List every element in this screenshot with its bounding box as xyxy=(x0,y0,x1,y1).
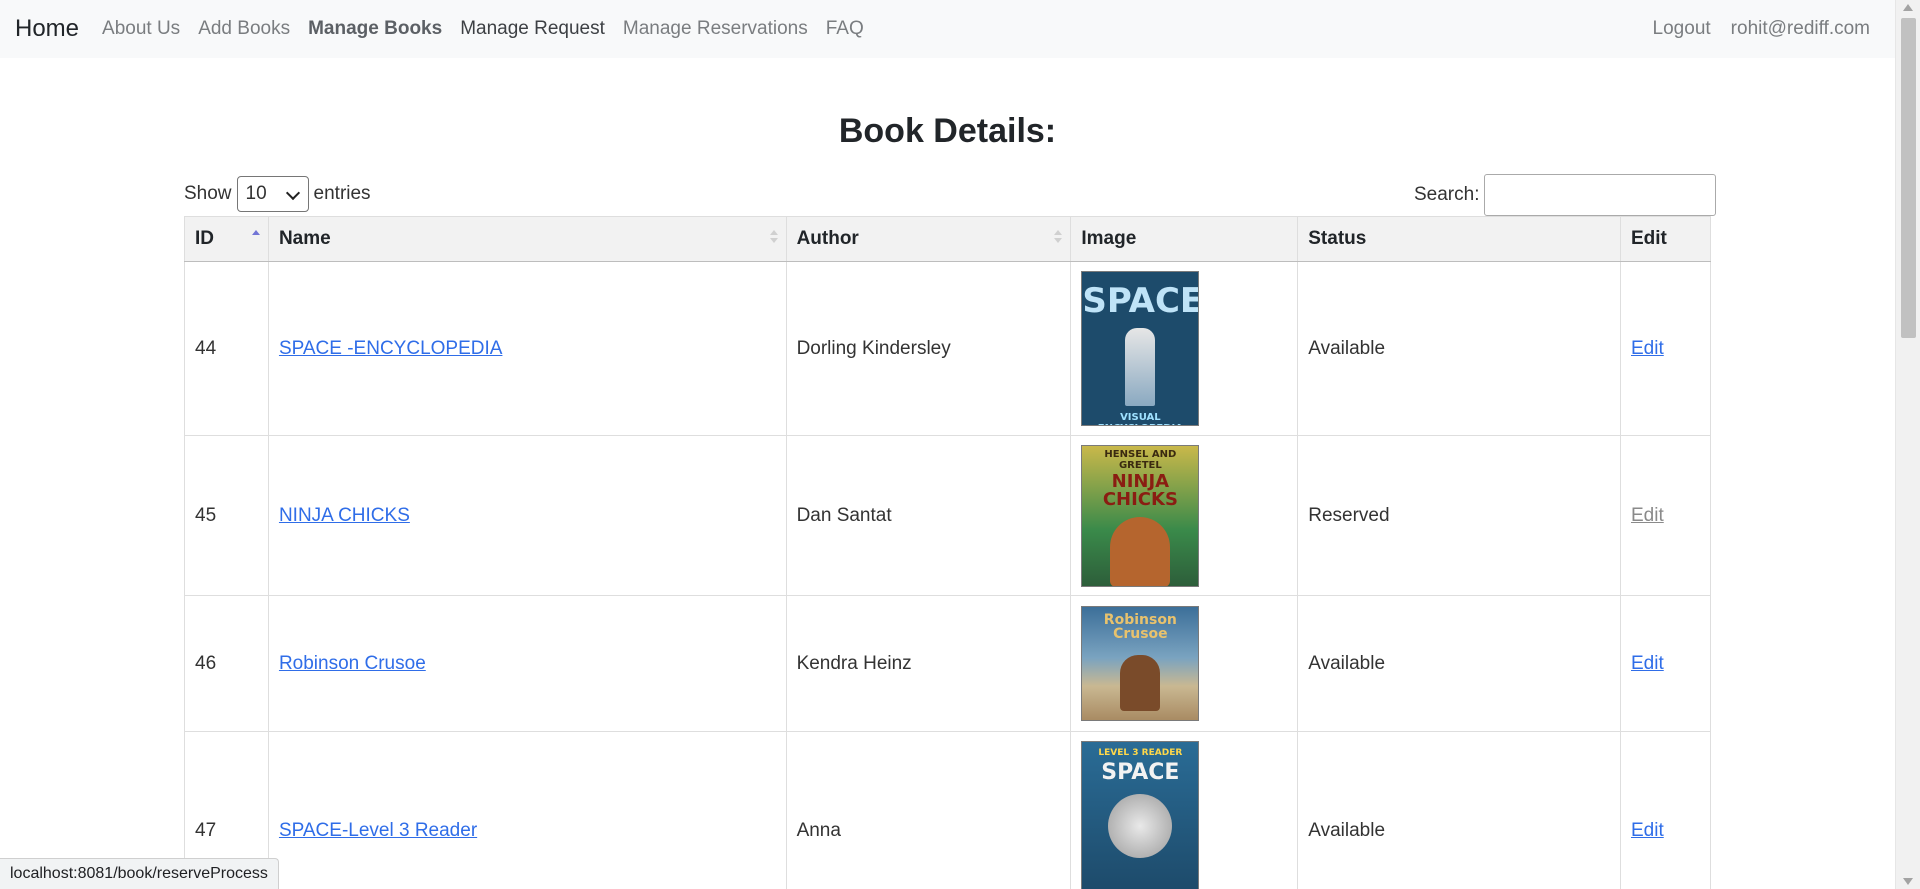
nav-logout[interactable]: Logout xyxy=(1653,18,1711,40)
sort-asc-icon xyxy=(251,230,260,246)
cell-status: Available xyxy=(1297,731,1621,889)
cell-author: Dorling Kindersley xyxy=(785,261,1072,436)
cover-title: Robinson Crusoe xyxy=(1103,612,1177,642)
cell-edit: Edit xyxy=(1620,595,1711,732)
column-header-id[interactable]: ID xyxy=(184,216,269,262)
nav-manage-books[interactable]: Manage Books xyxy=(308,18,442,40)
column-header-image: Image xyxy=(1070,216,1299,262)
nav-user-email[interactable]: rohit@rediff.com xyxy=(1731,18,1870,40)
cell-name: SPACE -ENCYCLOPEDIA xyxy=(267,261,787,436)
sort-icon xyxy=(1054,230,1063,246)
table-row: 45 NINJA CHICKS Dan Santat HENSEL AND GR… xyxy=(184,435,1711,596)
scroll-up-arrow-icon[interactable] xyxy=(1903,4,1913,11)
column-header-name[interactable]: Name xyxy=(267,216,787,262)
cell-author: Kendra Heinz xyxy=(785,595,1072,732)
column-header-edit: Edit xyxy=(1620,216,1711,262)
cell-id: 44 xyxy=(184,261,269,436)
search-input[interactable] xyxy=(1484,174,1717,216)
browser-status-bar: localhost:8081/book/reserveProcess xyxy=(0,858,279,889)
cell-image: SPACE VISUAL ENCYCLOPEDIA xyxy=(1070,261,1299,436)
cover-subtitle: HENSEL AND GRETEL xyxy=(1104,448,1177,471)
book-table: ID Name Author Image Status Edit 44 SPAC… xyxy=(184,216,1711,889)
table-row: 47 SPACE-Level 3 Reader Anna LEVEL 3 REA… xyxy=(184,731,1711,889)
page-title: Book Details: xyxy=(838,112,1057,150)
entries-label: entries xyxy=(313,183,371,204)
column-header-author[interactable]: Author xyxy=(785,216,1072,262)
cell-edit: Edit xyxy=(1620,435,1711,596)
nav-add-books[interactable]: Add Books xyxy=(198,18,290,40)
cell-name: Robinson Crusoe xyxy=(267,595,787,732)
book-cover-image: Robinson Crusoe xyxy=(1081,606,1200,721)
book-cover-image: HENSEL AND GRETEL NINJA CHICKS xyxy=(1081,444,1200,587)
cell-image: HENSEL AND GRETEL NINJA CHICKS xyxy=(1070,435,1299,596)
cover-title: SPACE xyxy=(1101,760,1180,785)
nav-faq[interactable]: FAQ xyxy=(826,18,864,40)
entries-select[interactable]: 10 xyxy=(236,176,309,212)
edit-link-disabled[interactable]: Edit xyxy=(1631,505,1664,526)
scroll-thumb[interactable] xyxy=(1901,18,1916,338)
cell-image: Robinson Crusoe xyxy=(1070,595,1299,732)
edit-link[interactable]: Edit xyxy=(1631,338,1664,359)
cell-status: Available xyxy=(1297,595,1621,732)
nav-about-us[interactable]: About Us xyxy=(102,18,180,40)
cell-name: NINJA CHICKS xyxy=(267,435,787,596)
edit-link[interactable]: Edit xyxy=(1631,653,1664,674)
table-row: 44 SPACE -ENCYCLOPEDIA Dorling Kindersle… xyxy=(184,261,1711,436)
status-url: localhost:8081/book/reserveProcess xyxy=(10,865,268,882)
cell-edit: Edit xyxy=(1620,731,1711,889)
book-name-link[interactable]: NINJA CHICKS xyxy=(279,505,410,526)
book-name-link[interactable]: SPACE -ENCYCLOPEDIA xyxy=(279,338,502,359)
book-name-link[interactable]: Robinson Crusoe xyxy=(279,653,426,674)
cell-status: Available xyxy=(1297,261,1621,436)
cover-title: SPACE xyxy=(1082,281,1200,321)
book-name-link[interactable]: SPACE-Level 3 Reader xyxy=(279,820,477,841)
cell-id: 46 xyxy=(184,595,269,732)
table-header-row: ID Name Author Image Status Edit xyxy=(184,216,1711,262)
entries-select-value: 10 xyxy=(245,183,267,204)
table-row: 46 Robinson Crusoe Kendra Heinz Robinson… xyxy=(184,595,1711,732)
nav-manage-request[interactable]: Manage Request xyxy=(460,18,605,40)
book-cover-image: SPACE VISUAL ENCYCLOPEDIA xyxy=(1081,271,1200,426)
column-header-status: Status xyxy=(1297,216,1621,262)
sort-icon xyxy=(769,230,778,246)
edit-link[interactable]: Edit xyxy=(1631,820,1664,841)
search-control: Search: xyxy=(1414,174,1717,216)
cell-name: SPACE-Level 3 Reader xyxy=(267,731,787,889)
book-cover-image: LEVEL 3 READER SPACE xyxy=(1081,741,1200,889)
cell-edit: Edit xyxy=(1620,261,1711,436)
chevron-down-icon xyxy=(286,187,300,201)
search-label: Search: xyxy=(1414,184,1480,205)
cell-author: Anna xyxy=(785,731,1072,889)
cover-subtitle: LEVEL 3 READER xyxy=(1098,748,1183,758)
cell-id: 45 xyxy=(184,435,269,596)
cover-title: NINJA CHICKS xyxy=(1102,470,1178,510)
page-scrollbar[interactable] xyxy=(1895,0,1920,889)
scroll-down-arrow-icon[interactable] xyxy=(1903,878,1913,885)
top-navbar: Home About Us Add Books Manage Books Man… xyxy=(0,0,1895,58)
cell-status: Reserved xyxy=(1297,435,1621,596)
cell-author: Dan Santat xyxy=(785,435,1072,596)
cell-image: LEVEL 3 READER SPACE xyxy=(1070,731,1299,889)
nav-manage-reservations[interactable]: Manage Reservations xyxy=(623,18,808,40)
nav-right-group: Logout rohit@rediff.com xyxy=(1643,18,1880,40)
cover-subtitle: VISUAL ENCYCLOPEDIA xyxy=(1098,412,1183,425)
show-label: Show xyxy=(184,183,232,204)
nav-home-link[interactable]: Home xyxy=(15,15,79,43)
entries-length-control: Show 10 entries xyxy=(184,175,371,213)
